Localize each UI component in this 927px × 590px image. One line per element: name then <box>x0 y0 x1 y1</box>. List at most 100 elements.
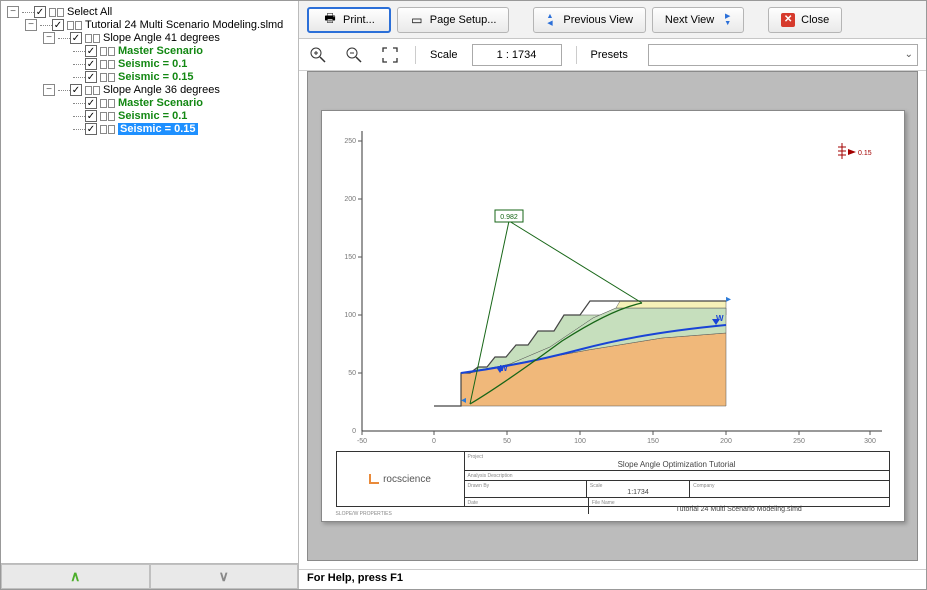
logo-cell: rocscience <box>337 452 465 506</box>
tb-label: Drawn By <box>468 483 490 489</box>
scale-label: Scale <box>430 49 458 61</box>
checkbox[interactable]: ✓ <box>85 123 97 135</box>
svg-text:150: 150 <box>344 254 356 261</box>
tree-label: Seismic = 0.15 <box>118 123 198 135</box>
tree-label: Slope Angle 36 degrees <box>103 84 220 96</box>
status-bar: For Help, press F1 <box>299 569 926 589</box>
tree-scenario[interactable]: ✓ Seismic = 0.1 <box>3 58 296 70</box>
close-button[interactable]: ✕ Close <box>768 7 842 33</box>
layer-2-yellow <box>616 301 726 308</box>
button-label: Close <box>801 14 829 26</box>
tree-group[interactable]: − ✓ Slope Angle 41 degrees <box>3 32 296 44</box>
expander-icon[interactable]: − <box>43 32 55 44</box>
tb-label: Date <box>468 500 479 506</box>
printer-icon: 🖶 <box>323 13 337 27</box>
doc-icon <box>85 86 100 95</box>
svg-text:250: 250 <box>344 138 356 145</box>
svg-text:100: 100 <box>344 312 356 319</box>
svg-text:50: 50 <box>348 370 356 377</box>
main-toolbar: 🖶 Print... ▭ Page Setup... ▲◀ Previous V… <box>299 1 926 39</box>
cross-section-plot: -50 0 50 100 150 200 250 300 0 50 100 <box>322 111 906 461</box>
zoom-in-icon <box>310 47 326 63</box>
doc-icon <box>100 47 115 56</box>
expander-icon[interactable]: − <box>25 19 37 31</box>
svg-text:50: 50 <box>503 438 511 445</box>
checkbox[interactable]: ✓ <box>85 45 97 57</box>
preview-canvas[interactable]: ▶ -50 0 50 100 150 200 250 300 <box>307 71 918 561</box>
status-text: For Help, press F1 <box>307 572 403 584</box>
tree-scenario[interactable]: ✓ Master Scenario <box>3 97 296 109</box>
close-icon: ✕ <box>781 13 795 27</box>
page-icon: ▭ <box>410 13 424 27</box>
next-view-button[interactable]: Next View ▶▼ <box>652 7 744 33</box>
doc-icon <box>85 34 100 43</box>
scenario-tree[interactable]: − ✓ Select All − ✓ Tutorial 24 Multi Sce… <box>1 1 298 563</box>
zoom-out-button[interactable] <box>343 44 365 66</box>
presets-dropdown[interactable]: ⌄ <box>648 44 918 66</box>
previous-view-button[interactable]: ▲◀ Previous View <box>533 7 645 33</box>
tree-panel: − ✓ Select All − ✓ Tutorial 24 Multi Sce… <box>1 1 299 589</box>
button-label: Previous View <box>563 14 633 26</box>
tb-scale-value: 1:1734 <box>590 489 686 496</box>
tree-scenario[interactable]: ✓ Master Scenario <box>3 45 296 57</box>
tree-label: Seismic = 0.1 <box>118 110 187 122</box>
checkbox[interactable]: ✓ <box>85 97 97 109</box>
svg-text:100: 100 <box>574 438 586 445</box>
expander-icon[interactable]: − <box>43 84 55 96</box>
svg-text:300: 300 <box>864 438 876 445</box>
page-setup-button[interactable]: ▭ Page Setup... <box>397 7 510 33</box>
seismic-indicator: 0.15 <box>838 143 872 159</box>
svg-text:200: 200 <box>344 196 356 203</box>
svg-text:150: 150 <box>647 438 659 445</box>
print-button[interactable]: 🖶 Print... <box>307 7 391 33</box>
tree-root[interactable]: − ✓ Select All <box>3 6 296 18</box>
doc-icon <box>100 125 115 134</box>
zoom-toolbar: Scale Presets ⌄ <box>299 39 926 71</box>
checkbox[interactable]: ✓ <box>34 6 46 18</box>
move-up-button[interactable]: ∧ <box>1 564 150 589</box>
tb-label: Project <box>468 454 484 460</box>
tree-label: Select All <box>67 6 112 18</box>
expander-icon[interactable]: − <box>7 6 19 18</box>
tb-label: Company <box>693 483 714 489</box>
print-page: -50 0 50 100 150 200 250 300 0 50 100 <box>321 110 905 522</box>
checkbox[interactable]: ✓ <box>85 71 97 83</box>
doc-icon <box>67 21 82 30</box>
tree-label: Seismic = 0.1 <box>118 58 187 70</box>
doc-icon <box>100 112 115 121</box>
tb-label: Analysis Description <box>468 473 513 479</box>
rocscience-logo-icon <box>369 474 379 484</box>
button-label: Print... <box>343 14 375 26</box>
tb-label: Scale <box>590 483 603 489</box>
zoom-in-button[interactable] <box>307 44 329 66</box>
expand-icon <box>382 47 398 63</box>
zoom-fit-button[interactable] <box>379 44 401 66</box>
svg-text:0: 0 <box>352 428 356 435</box>
separator <box>576 46 577 64</box>
svg-text:0.15: 0.15 <box>858 150 872 157</box>
tree-scenario[interactable]: ✓ Seismic = 0.15 <box>3 71 296 83</box>
doc-icon <box>49 8 64 17</box>
chevron-down-icon: ⌄ <box>905 49 913 60</box>
checkbox[interactable]: ✓ <box>70 84 82 96</box>
checkbox[interactable]: ✓ <box>85 110 97 122</box>
tree-scenario[interactable]: ✓ Seismic = 0.1 <box>3 110 296 122</box>
svg-text:▸: ▸ <box>726 294 731 305</box>
title-block: rocscience Project Slope Angle Optimizat… <box>336 451 890 507</box>
checkbox[interactable]: ✓ <box>85 58 97 70</box>
tb-label: File Name <box>592 500 615 506</box>
button-label: Next View <box>665 14 714 26</box>
svg-text:◂: ◂ <box>461 395 466 406</box>
scale-input[interactable] <box>472 44 562 66</box>
tree-group[interactable]: − ✓ Slope Angle 36 degrees <box>3 84 296 96</box>
doc-icon <box>100 60 115 69</box>
tree-file[interactable]: − ✓ Tutorial 24 Multi Scenario Modeling.… <box>3 19 296 31</box>
tree-label: Slope Angle 41 degrees <box>103 32 220 44</box>
tb-file-value: Tutorial 24 Multi Scenario Modeling.slmd <box>592 506 886 513</box>
checkbox[interactable]: ✓ <box>70 32 82 44</box>
zoom-out-icon <box>346 47 362 63</box>
checkbox[interactable]: ✓ <box>52 19 64 31</box>
tree-label: Tutorial 24 Multi Scenario Modeling.slmd <box>85 19 283 31</box>
move-down-button[interactable]: ∨ <box>150 564 299 589</box>
tree-scenario-selected[interactable]: ✓ Seismic = 0.15 <box>3 123 296 135</box>
